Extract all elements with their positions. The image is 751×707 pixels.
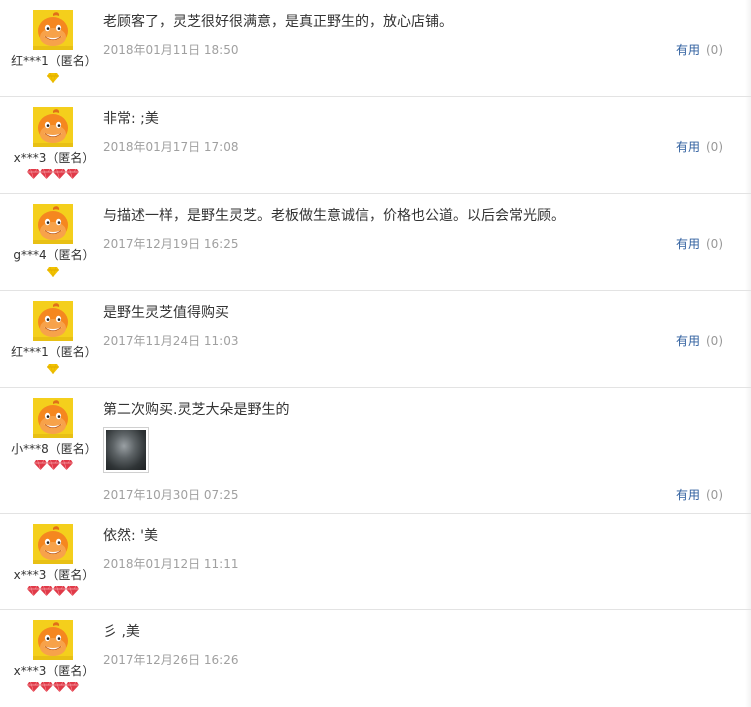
- review-list: 红***1（匿名） 老顾客了，灵芝很好很满意，是真正野生的，放心店铺。 2018…: [0, 0, 751, 707]
- avatar[interactable]: [33, 398, 73, 438]
- gold-diamond-icon: [0, 267, 106, 279]
- useful-count: (0): [706, 334, 723, 348]
- useful-button[interactable]: 有用: [676, 488, 700, 502]
- review-item: x***3（匿名） 非常: ;美 2018年01月17日 17:08 有用 (0): [0, 97, 751, 194]
- avatar[interactable]: [33, 204, 73, 244]
- useful-control[interactable]: 有用 (0): [676, 41, 723, 58]
- review-item: 红***1（匿名） 老顾客了，灵芝很好很满意，是真正野生的，放心店铺。 2018…: [0, 0, 751, 97]
- review-date: 2018年01月12日 11:11: [103, 555, 238, 572]
- review-date: 2018年01月17日 17:08: [103, 138, 238, 155]
- avatar[interactable]: [33, 301, 73, 341]
- useful-button[interactable]: 有用: [676, 140, 700, 154]
- useful-control[interactable]: 有用 (0): [676, 138, 723, 155]
- useful-button[interactable]: 有用: [676, 43, 700, 57]
- useful-button[interactable]: 有用: [676, 237, 700, 251]
- review-date: 2017年10月30日 07:25: [103, 486, 238, 503]
- review-text: 非常: ;美: [103, 108, 159, 128]
- review-item: g***4（匿名） 与描述一样，是野生灵芝。老板做生意诚信，价格也公道。以后会常…: [0, 194, 751, 291]
- review-date: 2018年01月11日 18:50: [103, 41, 238, 58]
- reviewer-name: x***3（匿名）: [0, 566, 108, 583]
- useful-count: (0): [706, 488, 723, 502]
- red-heart-icon: [0, 682, 106, 694]
- useful-count: (0): [706, 43, 723, 57]
- useful-control[interactable]: 有用 (0): [676, 486, 723, 503]
- red-heart-icon: [0, 460, 106, 472]
- avatar[interactable]: [33, 620, 73, 660]
- review-date: 2017年12月19日 16:25: [103, 235, 238, 252]
- avatar[interactable]: [33, 10, 73, 50]
- useful-button[interactable]: 有用: [676, 334, 700, 348]
- review-photo-thumbnail[interactable]: [103, 427, 149, 473]
- reviewer-name: 红***1（匿名）: [0, 52, 108, 69]
- reviewer-name: 红***1（匿名）: [0, 343, 108, 360]
- avatar[interactable]: [33, 524, 73, 564]
- review-text: 第二次购买.灵芝大朵是野生的: [103, 399, 289, 419]
- gold-diamond-icon: [0, 73, 106, 85]
- red-heart-icon: [0, 586, 106, 598]
- reviewer-name: 小***8（匿名）: [0, 440, 108, 457]
- review-item: 红***1（匿名） 是野生灵芝值得购买 2017年11月24日 11:03 有用…: [0, 291, 751, 388]
- review-item: 小***8（匿名） 第二次购买.灵芝大朵是野生的 2017年10月30日 07:…: [0, 388, 751, 514]
- useful-count: (0): [706, 140, 723, 154]
- useful-control[interactable]: 有用 (0): [676, 235, 723, 252]
- useful-control[interactable]: 有用 (0): [676, 332, 723, 349]
- review-text: 彡 ,美: [103, 621, 140, 641]
- reviewer-name: x***3（匿名）: [0, 662, 108, 679]
- red-heart-icon: [0, 169, 106, 181]
- review-text: 依然: '美: [103, 525, 158, 545]
- avatar[interactable]: [33, 107, 73, 147]
- useful-count: (0): [706, 237, 723, 251]
- review-date: 2017年12月26日 16:26: [103, 651, 238, 668]
- review-text: 老顾客了，灵芝很好很满意，是真正野生的，放心店铺。: [103, 11, 453, 31]
- reviewer-name: g***4（匿名）: [0, 246, 108, 263]
- review-item: x***3（匿名） 依然: '美 2018年01月12日 11:11: [0, 514, 751, 610]
- reviewer-name: x***3（匿名）: [0, 149, 108, 166]
- review-item: x***3（匿名） 彡 ,美 2017年12月26日 16:26: [0, 610, 751, 707]
- gold-diamond-icon: [0, 364, 106, 376]
- review-text: 与描述一样，是野生灵芝。老板做生意诚信，价格也公道。以后会常光顾。: [103, 205, 565, 225]
- review-date: 2017年11月24日 11:03: [103, 332, 238, 349]
- review-text: 是野生灵芝值得购买: [103, 302, 229, 322]
